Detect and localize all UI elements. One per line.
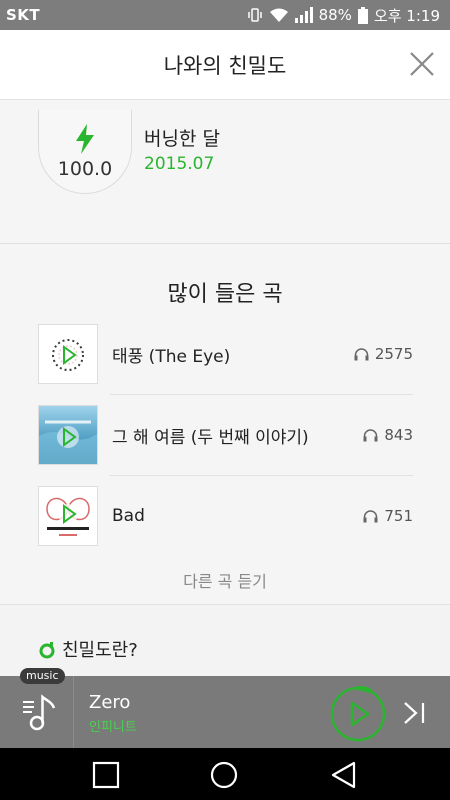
track-title: Bad (112, 506, 145, 526)
system-nav-bar (0, 748, 450, 800)
score-badge: 100.0 (38, 110, 132, 194)
battery-icon (357, 6, 368, 24)
mini-player: music Zero 인피니트 (0, 668, 450, 748)
play-count-value: 751 (384, 507, 413, 525)
headphones-icon (363, 429, 378, 442)
more-songs-link[interactable]: 다른 곡 듣기 (0, 568, 450, 592)
album-art (38, 486, 98, 546)
music-note-icon (39, 642, 55, 659)
next-button[interactable] (402, 700, 428, 726)
album-art (38, 324, 98, 384)
progress-track (330, 686, 386, 742)
recents-button[interactable] (92, 761, 120, 789)
score-label: 버닝한 달 (144, 128, 220, 150)
battery-percent: 88% (318, 6, 352, 24)
status-bar: SKT 88% 오후 1:19 (0, 0, 450, 30)
headphones-icon (354, 348, 369, 361)
score-date: 2015.07 (144, 154, 215, 174)
playlist-button[interactable]: music (0, 668, 74, 748)
vibrate-icon (247, 7, 263, 23)
signal-icon (294, 7, 313, 23)
play-count-value: 2575 (374, 345, 413, 363)
home-icon (210, 761, 238, 789)
play-count: 751 (363, 507, 413, 525)
back-icon (331, 761, 356, 789)
most-played-section: 많이 들은 곡 태풍 (The Eye) 2575 그 해 여름 (두 번째 이… (0, 244, 450, 605)
back-button[interactable] (330, 761, 358, 789)
playlist-icon (23, 694, 56, 731)
wifi-icon (269, 7, 289, 23)
score-value: 100.0 (57, 158, 113, 180)
status-icons: 88% 오후 1:19 (247, 5, 440, 26)
home-button[interactable] (210, 761, 238, 789)
now-playing-title: Zero (89, 692, 131, 713)
play-icon (350, 701, 370, 727)
close-icon (410, 52, 434, 76)
intimacy-info-link[interactable]: 친밀도란? (38, 636, 138, 662)
play-button[interactable] (329, 685, 387, 743)
header: 나와의 친밀도 (0, 30, 450, 100)
track-item[interactable]: 그 해 여름 (두 번째 이야기) 843 (38, 395, 413, 475)
music-badge: music (20, 668, 65, 684)
now-playing-artist: 인피니트 (89, 720, 137, 735)
track-item[interactable]: 태풍 (The Eye) 2575 (38, 314, 413, 394)
page-title: 나와의 친밀도 (163, 54, 287, 78)
intimacy-label: 친밀도란? (62, 640, 138, 661)
album-art (38, 405, 98, 465)
play-count-value: 843 (384, 426, 413, 444)
play-count: 843 (363, 426, 413, 444)
headphones-icon (363, 510, 378, 523)
carrier-label: SKT (6, 6, 41, 24)
play-count: 2575 (354, 345, 413, 363)
track-item[interactable]: Bad 751 (38, 476, 413, 556)
track-title: 태풍 (The Eye) (112, 346, 231, 367)
most-played-title: 많이 들은 곡 (167, 282, 283, 307)
score-section: 100.0 버닝한 달 2015.07 (0, 100, 450, 244)
clock: 오후 1:19 (373, 6, 440, 25)
lightning-icon (76, 124, 94, 154)
close-button[interactable] (408, 50, 436, 78)
track-title: 그 해 여름 (두 번째 이야기) (112, 427, 309, 448)
recents-icon (92, 761, 120, 789)
next-icon (404, 702, 425, 724)
